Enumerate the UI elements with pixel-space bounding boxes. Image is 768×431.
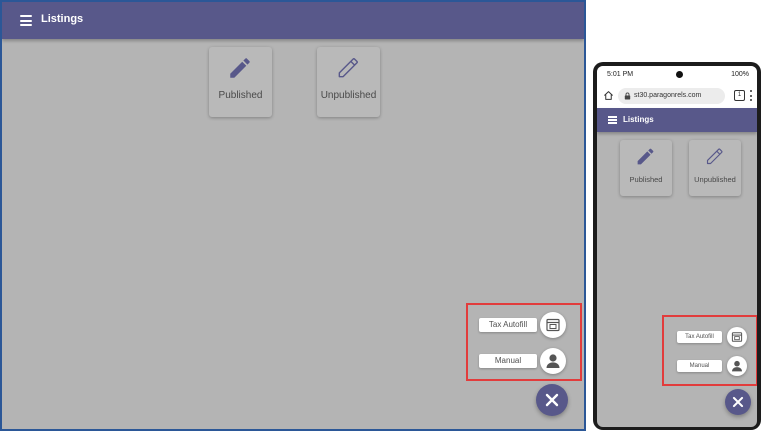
manual-fab[interactable]	[727, 356, 747, 376]
close-fab-button[interactable]	[536, 384, 568, 416]
phone-frame: 5:01 PM 100% st30.paragonrels.com 1 List…	[593, 62, 761, 430]
unpublished-card[interactable]: Unpublished	[317, 47, 380, 117]
browser-toolbar: st30.paragonrels.com 1	[597, 84, 757, 108]
page-title: Listings	[41, 13, 84, 25]
status-time: 5:01 PM	[607, 71, 634, 78]
tax-document-icon	[546, 318, 560, 332]
hamburger-menu-icon[interactable]	[20, 15, 32, 26]
pencil-filled-icon	[637, 148, 654, 165]
published-card[interactable]: Published	[209, 47, 272, 117]
tab-switcher-icon[interactable]: 1	[734, 90, 745, 101]
tax-autofill-fab[interactable]	[727, 327, 747, 347]
app-bar: Listings	[597, 108, 757, 132]
pencil-outline-icon	[338, 58, 358, 78]
published-label: Published	[629, 175, 663, 184]
tax-autofill-fab[interactable]	[540, 312, 566, 338]
home-icon[interactable]	[603, 90, 614, 101]
tax-document-icon	[731, 332, 743, 342]
pencil-outline-icon	[706, 148, 723, 165]
manual-fab[interactable]	[540, 348, 566, 374]
url-text: st30.paragonrels.com	[634, 92, 702, 99]
desktop-view: Listings Published Unpublished Tax Autof…	[0, 0, 586, 431]
app-bar: Listings	[2, 2, 584, 39]
more-options-icon[interactable]	[750, 90, 753, 102]
status-bar: 5:01 PM 100%	[597, 66, 757, 84]
person-icon	[732, 360, 742, 372]
published-card[interactable]: Published	[620, 140, 672, 196]
manual-button[interactable]: Manual	[677, 360, 722, 372]
person-icon	[546, 354, 560, 368]
unpublished-label: Unpublished	[694, 175, 736, 184]
tax-autofill-button[interactable]: Tax Autofill	[479, 318, 537, 332]
page-title: Listings	[623, 115, 654, 124]
close-icon	[545, 393, 559, 407]
unpublished-label: Unpublished	[320, 90, 377, 101]
battery-level: 100%	[731, 71, 749, 78]
pencil-filled-icon	[230, 58, 250, 78]
manual-button[interactable]: Manual	[479, 354, 537, 368]
camera-cutout-icon	[676, 71, 683, 78]
published-label: Published	[218, 90, 263, 101]
unpublished-card[interactable]: Unpublished	[689, 140, 741, 196]
close-fab-button[interactable]	[725, 389, 751, 415]
close-icon	[732, 396, 744, 408]
tax-autofill-button[interactable]: Tax Autofill	[677, 331, 722, 343]
address-bar[interactable]: st30.paragonrels.com	[618, 88, 725, 104]
lock-icon	[624, 92, 631, 100]
hamburger-menu-icon[interactable]	[608, 116, 617, 124]
phone-screen: 5:01 PM 100% st30.paragonrels.com 1 List…	[597, 66, 757, 427]
